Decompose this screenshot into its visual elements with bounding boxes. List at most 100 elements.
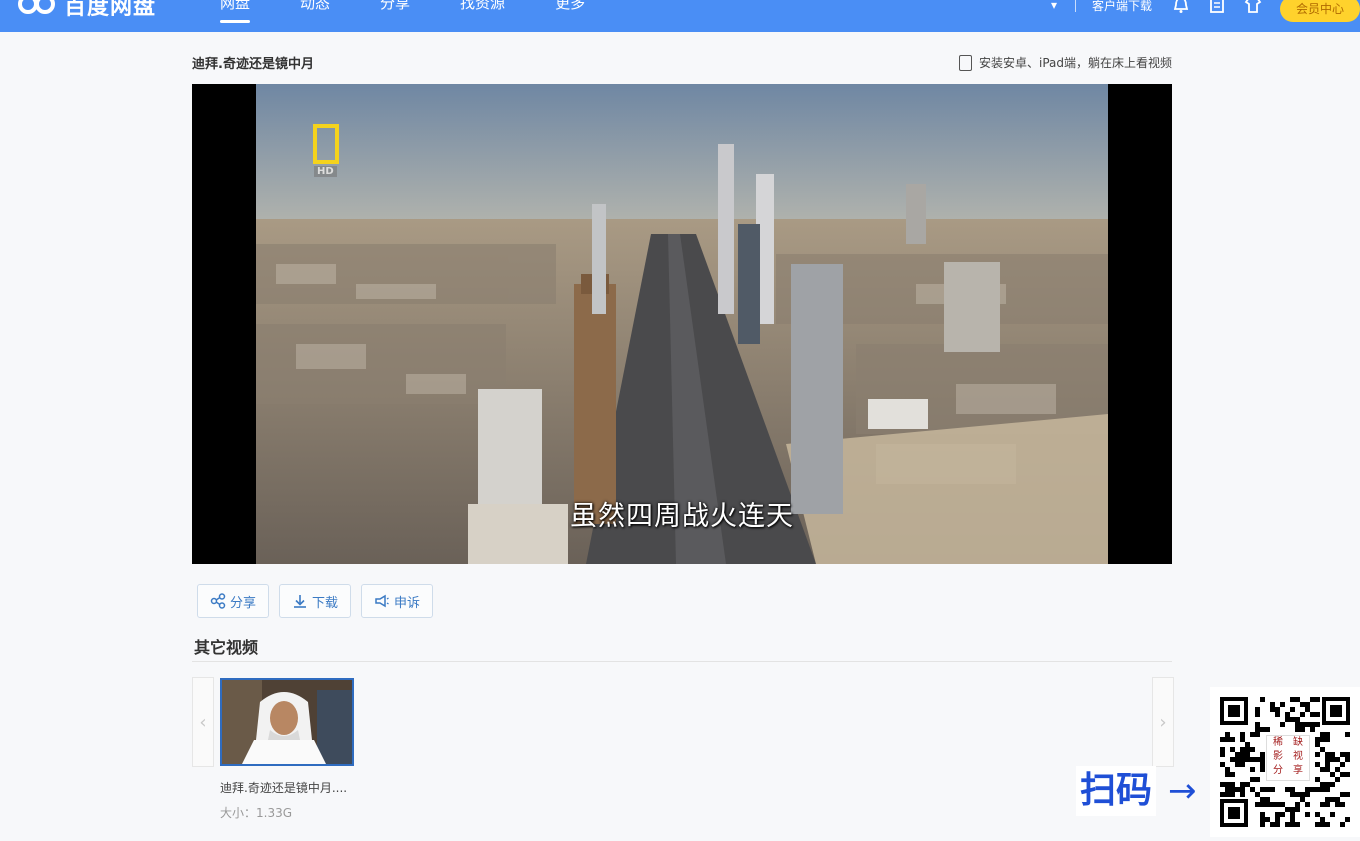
qr-module <box>1310 787 1315 792</box>
qr-module <box>1295 717 1300 722</box>
qr-module <box>1315 722 1320 727</box>
qr-char: 缺 <box>1293 737 1303 748</box>
qr-module <box>1245 757 1250 762</box>
share-button-label: 分享 <box>230 595 257 611</box>
qr-module <box>1225 737 1230 742</box>
qr-module <box>1345 757 1350 762</box>
qr-module <box>1290 817 1295 822</box>
qr-module <box>1320 787 1325 792</box>
qr-module <box>1250 777 1255 782</box>
download-button-label: 下载 <box>312 595 339 611</box>
carousel-next-button[interactable]: › <box>1152 677 1174 767</box>
qr-module <box>1290 822 1295 827</box>
qr-module <box>1235 762 1240 767</box>
qr-module <box>1315 752 1320 757</box>
qr-module <box>1300 702 1305 707</box>
report-button[interactable]: 申诉 <box>361 584 434 618</box>
qr-module <box>1240 757 1245 762</box>
qr-module <box>1305 702 1310 707</box>
qr-module <box>1320 767 1325 772</box>
share-icon <box>210 593 226 609</box>
qr-module <box>1235 752 1240 757</box>
qr-module <box>1295 822 1300 827</box>
qr-module <box>1270 802 1275 807</box>
megaphone-icon <box>375 594 389 608</box>
qr-code: 稀 缺 影 视 分 享 <box>1210 687 1360 837</box>
qr-module <box>1265 797 1270 802</box>
share-button[interactable]: 分享 <box>197 584 270 618</box>
nav-item-share[interactable]: 分享 <box>380 0 410 20</box>
qr-char: 影 <box>1273 751 1283 762</box>
bell-icon[interactable] <box>1172 0 1190 14</box>
download-button[interactable]: 下载 <box>279 584 352 618</box>
qr-module <box>1305 812 1310 817</box>
install-hint-text: 安装安卓、iPad端，躺在床上看视频 <box>978 56 1172 70</box>
qr-module <box>1325 752 1330 757</box>
qr-module <box>1305 792 1310 797</box>
qr-module <box>1265 787 1270 792</box>
qr-module <box>1340 802 1345 807</box>
qr-module <box>1220 792 1225 797</box>
qr-module <box>1290 807 1295 812</box>
qr-module <box>1240 737 1245 742</box>
nav-item-more[interactable]: 更多 <box>555 0 585 20</box>
qr-module <box>1285 712 1290 717</box>
qr-module <box>1280 812 1285 817</box>
thumbnail-title[interactable]: 迪拜.奇迹还是镜中月.... <box>220 779 347 796</box>
client-download-link[interactable]: 客户端下载 <box>1092 0 1152 14</box>
qr-module <box>1320 822 1325 827</box>
nav-item-find-resources[interactable]: 找资源 <box>460 0 505 20</box>
nav-item-netdisk[interactable]: 网盘 <box>220 0 251 23</box>
qr-module <box>1280 722 1285 727</box>
shirt-icon[interactable] <box>1244 0 1262 14</box>
scan-code-label: 扫码 <box>1076 766 1157 816</box>
qr-module <box>1290 707 1295 712</box>
cloud-logo-icon <box>18 0 58 16</box>
video-subtitle: 虽然四周战火连天 <box>570 501 794 532</box>
baidu-netdisk-logo[interactable]: 百度网盘 <box>18 0 156 20</box>
qr-module <box>1300 727 1305 732</box>
chevron-right-icon: › <box>1159 711 1167 733</box>
video-player[interactable]: HD 虽然四周战火连天 <box>192 84 1172 564</box>
video-thumbnail[interactable] <box>220 678 354 766</box>
qr-module <box>1325 802 1330 807</box>
qr-module <box>1335 757 1340 762</box>
qr-module <box>1320 732 1325 737</box>
qr-module <box>1245 782 1250 787</box>
nav-item-feed[interactable]: 动态 <box>300 0 330 20</box>
qr-module <box>1220 752 1225 757</box>
qr-module <box>1320 747 1325 752</box>
top-navigation-bar: 百度网盘 网盘 动态 分享 找资源 更多 ▾ 客户端下载 会员中心 <box>0 0 1360 32</box>
qr-module <box>1315 697 1320 702</box>
qr-module <box>1335 777 1340 782</box>
qr-module <box>1305 787 1310 792</box>
report-button-label: 申诉 <box>394 595 421 611</box>
qr-module <box>1285 717 1290 722</box>
arrow-right-icon: → <box>1168 771 1197 811</box>
qr-module <box>1295 697 1300 702</box>
qr-module <box>1240 747 1245 752</box>
qr-module <box>1280 702 1285 707</box>
qr-module <box>1290 717 1295 722</box>
qr-module <box>1260 812 1265 817</box>
qr-module <box>1330 782 1335 787</box>
vip-center-button[interactable]: 会员中心 <box>1280 0 1360 22</box>
install-app-hint[interactable]: 安装安卓、iPad端，躺在床上看视频 <box>958 54 1172 71</box>
qr-module <box>1315 742 1320 747</box>
logo-text: 百度网盘 <box>64 0 157 20</box>
qr-module <box>1245 747 1250 752</box>
qr-module <box>1325 787 1330 792</box>
qr-module <box>1285 822 1290 827</box>
qr-module <box>1260 727 1265 732</box>
qr-module <box>1285 807 1290 812</box>
chevron-down-icon[interactable]: ▾ <box>1051 0 1057 12</box>
qr-module <box>1270 702 1275 707</box>
qr-module <box>1325 757 1330 762</box>
qr-module <box>1220 737 1225 742</box>
qr-module <box>1325 767 1330 772</box>
qr-module <box>1315 737 1320 742</box>
carousel-prev-button[interactable]: ‹ <box>192 677 214 767</box>
notes-icon[interactable] <box>1208 0 1226 14</box>
qr-module <box>1255 757 1260 762</box>
qr-char: 分 <box>1273 765 1283 776</box>
